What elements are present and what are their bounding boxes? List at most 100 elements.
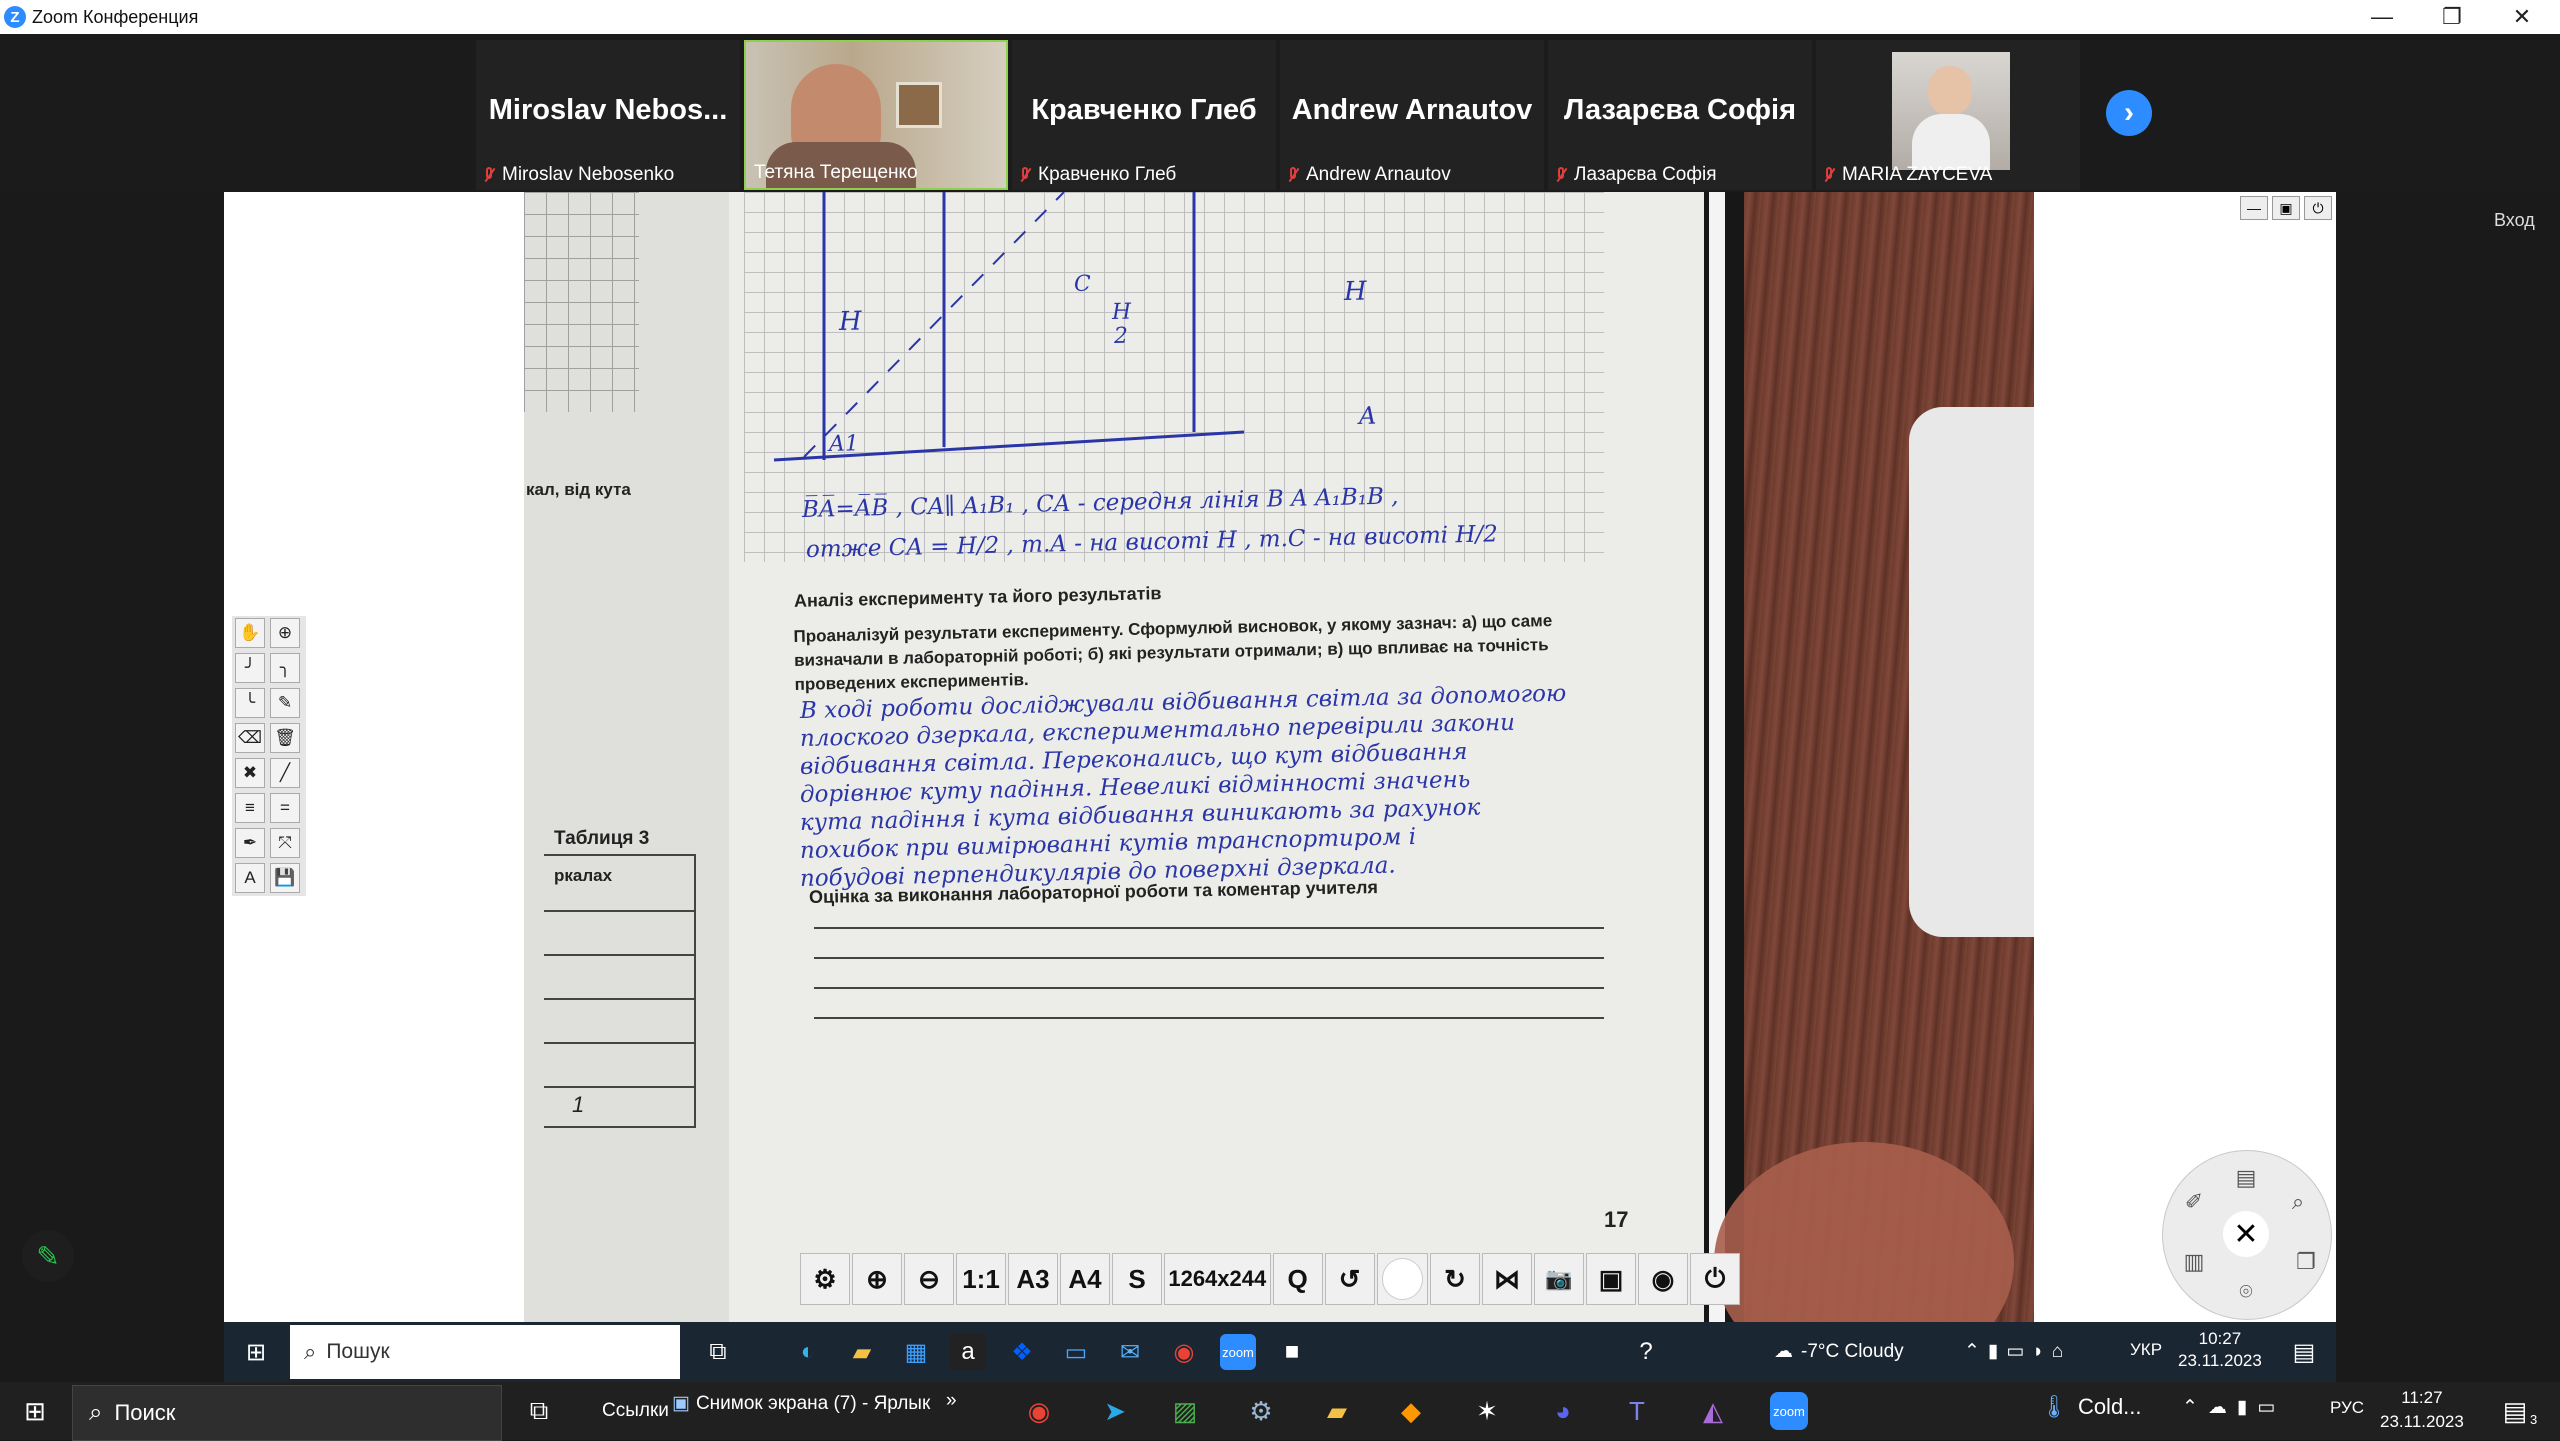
mirror-button[interactable]: ⋈: [1482, 1253, 1532, 1305]
teams-icon[interactable]: T: [1618, 1392, 1656, 1430]
close-icon[interactable]: ✕: [2223, 1211, 2269, 1257]
app-icon[interactable]: ▨: [1166, 1392, 1204, 1430]
q-button[interactable]: Q: [1272, 1253, 1323, 1305]
close-button[interactable]: ✕: [2488, 0, 2556, 34]
folder-icon[interactable]: ▰: [844, 1334, 880, 1370]
a3-button[interactable]: A3: [1008, 1253, 1058, 1305]
mic-muted-icon: [1556, 167, 1566, 183]
rotate-right-button[interactable]: ↻: [1430, 1253, 1480, 1305]
notification-icon[interactable]: ▤: [2496, 1392, 2534, 1430]
camera-icon[interactable]: ⌾: [2231, 1277, 2261, 1307]
edge-icon[interactable]: ◐: [790, 1334, 826, 1370]
settings-button[interactable]: ⚙: [800, 1253, 850, 1305]
zoom-in-button[interactable]: ⊕: [852, 1253, 902, 1305]
amazon-icon[interactable]: a: [950, 1334, 986, 1370]
pencil-icon[interactable]: ✎: [22, 1230, 74, 1282]
text-icon[interactable]: A: [235, 863, 265, 893]
app-icon[interactable]: ✶: [1468, 1392, 1506, 1430]
fit-icon[interactable]: ⤧: [270, 828, 300, 858]
mytaxi-icon[interactable]: ▭: [1058, 1334, 1094, 1370]
video-button[interactable]: ▣: [1586, 1253, 1636, 1305]
dropbox-icon[interactable]: ❖: [1004, 1334, 1040, 1370]
chrome-icon[interactable]: ◉: [1166, 1334, 1202, 1370]
tray-icons[interactable]: ⌃☁▮▭: [2182, 1396, 2285, 1419]
eraser-icon[interactable]: ⌫: [235, 723, 265, 753]
participant-tile[interactable]: Лазарєва Софія Лазарєва Софія: [1548, 40, 1812, 190]
power-button[interactable]: ⏻: [1690, 1253, 1740, 1305]
task-view-icon[interactable]: ⧉: [520, 1392, 558, 1430]
resolution-button[interactable]: 1264x244: [1164, 1253, 1271, 1305]
tray-icons[interactable]: ⌃▮▭◗⌂: [1964, 1340, 2071, 1363]
weather-widget[interactable]: ☁ -7°C Cloudy: [1774, 1340, 1904, 1363]
pen-right-icon[interactable]: ╮: [270, 653, 300, 683]
participant-tile[interactable]: Miroslav Nebos... Miroslav Nebosenko: [476, 40, 740, 190]
window-icon[interactable]: ❐: [2291, 1247, 2321, 1277]
language-indicator[interactable]: РУС: [2330, 1398, 2364, 1418]
left-table-title: Таблиця 3: [554, 828, 650, 849]
weather-widget[interactable]: 🌡 Cold...: [2040, 1394, 2142, 1420]
hand-icon[interactable]: ✋: [235, 618, 265, 648]
app-icon[interactable]: ◆: [1392, 1392, 1430, 1430]
viewer-maximize-button[interactable]: ▣: [2272, 196, 2300, 220]
color-picker-icon[interactable]: ✒: [235, 828, 265, 858]
telegram-icon[interactable]: ➤: [1096, 1392, 1134, 1430]
notification-icon[interactable]: ▤: [2286, 1334, 2322, 1370]
trash-icon[interactable]: 🗑: [270, 723, 300, 753]
scan-icon[interactable]: ⌕: [2283, 1187, 2313, 1217]
camera-button[interactable]: 📷: [1534, 1253, 1584, 1305]
pen-thin-icon[interactable]: ╯: [235, 653, 265, 683]
clock[interactable]: 10:27 23.11.2023: [2178, 1328, 2262, 1372]
chrome-icon[interactable]: ◉: [1020, 1392, 1058, 1430]
a4-button[interactable]: A4: [1060, 1253, 1110, 1305]
shortcut-link[interactable]: ▣ Снимок экрана (7) - Ярлык: [672, 1392, 930, 1415]
participant-tile[interactable]: MARIA ZAYCEVA: [1816, 40, 2080, 190]
language-indicator[interactable]: УКР: [2130, 1340, 2162, 1360]
webcam-button[interactable]: ◉: [1638, 1253, 1688, 1305]
video-app-icon[interactable]: ■: [1274, 1334, 1310, 1370]
folder-icon[interactable]: ▰: [1318, 1392, 1356, 1430]
toolbar-overflow-icon[interactable]: »: [946, 1390, 957, 1412]
help-icon[interactable]: ?: [1628, 1334, 1664, 1370]
discord-icon[interactable]: ◕: [1544, 1392, 1582, 1430]
mail-icon[interactable]: ✉: [1112, 1334, 1148, 1370]
windows-start-icon[interactable]: ⊞: [16, 1392, 54, 1430]
crosshair-icon[interactable]: ⊕: [270, 618, 300, 648]
next-page-button[interactable]: ›: [2106, 90, 2152, 136]
minimize-button[interactable]: —: [2348, 0, 2416, 34]
pen-left-icon[interactable]: ╰: [235, 688, 265, 718]
printer-icon[interactable]: ▤: [2231, 1163, 2261, 1193]
links-toolbar[interactable]: Ссылки: [602, 1400, 669, 1422]
thin-line-icon[interactable]: =: [270, 793, 300, 823]
task-view-icon[interactable]: ⧉: [700, 1334, 736, 1370]
rotate-left-button[interactable]: ↺: [1324, 1253, 1375, 1305]
thick-line-icon[interactable]: ≡: [235, 793, 265, 823]
line-icon[interactable]: ╱: [270, 758, 300, 788]
participant-tile[interactable]: Andrew Arnautov Andrew Arnautov: [1280, 40, 1544, 190]
s-button[interactable]: S: [1112, 1253, 1162, 1305]
document-icon[interactable]: ▥: [2179, 1247, 2209, 1277]
participant-tile-video[interactable]: Тетяна Терещенко: [744, 40, 1008, 190]
store-icon[interactable]: ▦: [898, 1334, 934, 1370]
pen-icon[interactable]: ✐: [2179, 1187, 2209, 1217]
zoom-app-icon[interactable]: zoom: [1770, 1392, 1808, 1430]
steam-icon[interactable]: ⚙: [1242, 1392, 1280, 1430]
clear-icon[interactable]: ✖: [235, 758, 265, 788]
clock[interactable]: 11:27 23.11.2023: [2380, 1386, 2464, 1434]
marker-icon[interactable]: ✎: [270, 688, 300, 718]
save-icon[interactable]: 💾: [270, 863, 300, 893]
visual-studio-icon[interactable]: ◭: [1694, 1392, 1732, 1430]
viewer-minimize-button[interactable]: —: [2240, 196, 2268, 220]
record-button[interactable]: [1376, 1253, 1428, 1305]
zoom-app-icon[interactable]: zoom: [1220, 1334, 1256, 1370]
search-placeholder: Пошук: [326, 1340, 390, 1363]
restore-button[interactable]: ❐: [2418, 0, 2486, 34]
windows-start-icon[interactable]: ⊞: [238, 1334, 274, 1370]
remote-search-box[interactable]: ⌕ Пошук: [290, 1325, 680, 1379]
one-to-one-button[interactable]: 1:1: [956, 1253, 1006, 1305]
viewer-power-button[interactable]: ⏻: [2304, 196, 2332, 220]
participant-big-name: Andrew Arnautov: [1291, 94, 1533, 126]
zoom-out-button[interactable]: ⊖: [904, 1253, 954, 1305]
search-box[interactable]: ⌕ Поиск: [72, 1385, 502, 1441]
handwritten-answer: В ході роботи досліджували відбивання св…: [799, 680, 1567, 892]
participant-tile[interactable]: Кравченко Глеб Кравченко Глеб: [1012, 40, 1276, 190]
